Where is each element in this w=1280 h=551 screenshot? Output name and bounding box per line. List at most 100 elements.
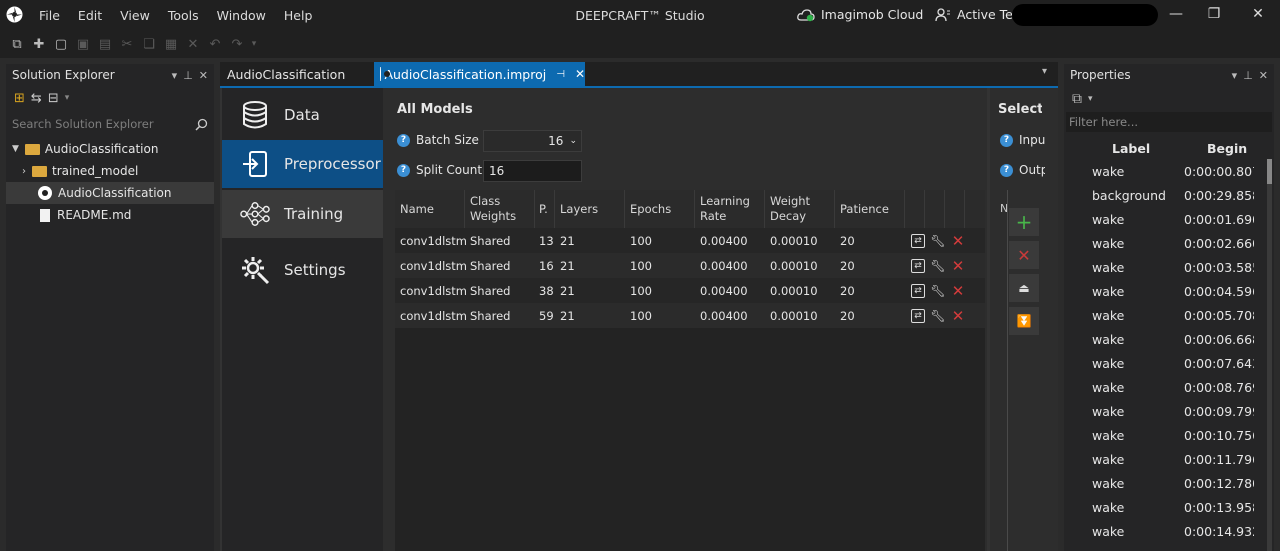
copy-model-icon[interactable]: ⇄: [911, 283, 925, 298]
delete-row-icon[interactable]: ✕: [951, 307, 965, 325]
delete-row-icon[interactable]: ✕: [951, 257, 965, 275]
undo-icon[interactable]: ↶: [204, 34, 226, 54]
copy-icon[interactable]: ❏: [138, 34, 160, 54]
new-project-icon[interactable]: ⧉: [6, 34, 28, 54]
property-row[interactable]: wake 0:00:10.756: [1064, 423, 1274, 447]
wrench-icon[interactable]: 🔧︎: [930, 284, 945, 298]
close-panel-icon[interactable]: ✕: [1259, 69, 1268, 82]
restore-icon[interactable]: ❐: [1206, 6, 1222, 22]
chevron-down-icon[interactable]: ▼: [12, 144, 19, 154]
batch-size-select[interactable]: 16 ⌄: [483, 130, 582, 152]
property-row[interactable]: wake 0:00:00.807: [1064, 159, 1274, 183]
nav-data[interactable]: Data: [222, 91, 383, 139]
col-weight-decay[interactable]: Weight Decay: [765, 190, 835, 228]
property-row[interactable]: wake 0:00:08.769: [1064, 375, 1274, 399]
property-row[interactable]: wake 0:00:02.660: [1064, 231, 1274, 255]
property-pages-icon[interactable]: ⧉: [1072, 91, 1082, 107]
sync-icon[interactable]: ⇆: [31, 91, 42, 106]
scrollbar-thumb[interactable]: [1267, 159, 1272, 184]
tree-item-solution[interactable]: ▼ AudioClassification: [6, 138, 214, 160]
panel-menu-icon[interactable]: ▾: [172, 69, 178, 82]
property-row[interactable]: wake 0:00:13.958: [1064, 495, 1274, 519]
pin-icon[interactable]: ⊥: [183, 69, 193, 82]
property-row[interactable]: wake 0:00:06.668: [1064, 327, 1274, 351]
property-row[interactable]: wake 0:00:04.596: [1064, 279, 1274, 303]
pin-icon[interactable]: ⊥: [1243, 69, 1253, 82]
property-row[interactable]: wake 0:00:03.585: [1064, 255, 1274, 279]
move-down-icon[interactable]: ⏬: [1009, 307, 1039, 335]
delete-icon[interactable]: ✕: [182, 34, 204, 54]
close-window-icon[interactable]: ✕: [1250, 6, 1266, 22]
menu-view[interactable]: View: [111, 8, 159, 23]
property-row[interactable]: wake 0:00:09.799: [1064, 399, 1274, 423]
search-icon[interactable]: [195, 118, 208, 131]
wrench-icon[interactable]: 🔧︎: [930, 234, 945, 248]
menu-help[interactable]: Help: [275, 8, 322, 23]
tree-item-project[interactable]: AudioClassification: [6, 182, 214, 204]
panel-menu-icon[interactable]: ▾: [1232, 69, 1238, 82]
nav-training[interactable]: Training: [222, 190, 383, 238]
tree-item-trained-model[interactable]: › trained_model: [6, 160, 214, 182]
add-model-icon[interactable]: +: [1009, 208, 1039, 236]
tab-overflow-icon[interactable]: ▾: [1042, 66, 1047, 77]
help-icon[interactable]: ?: [1000, 163, 1013, 177]
help-icon[interactable]: ?: [1000, 133, 1013, 147]
paste-icon[interactable]: ▦: [160, 34, 182, 54]
col-class-weights[interactable]: Class Weights: [465, 190, 535, 228]
collapse-all-icon[interactable]: ⊟: [48, 91, 59, 106]
save-all-icon[interactable]: ▤: [94, 34, 116, 54]
close-tab-icon[interactable]: ✕: [575, 67, 585, 81]
property-row[interactable]: wake 0:00:12.780: [1064, 471, 1274, 495]
new-item-icon[interactable]: ✚: [28, 34, 50, 54]
menu-tools[interactable]: Tools: [159, 8, 208, 23]
wrench-icon[interactable]: 🔧︎: [930, 309, 945, 323]
wrench-icon[interactable]: 🔧︎: [930, 259, 945, 273]
split-count-input[interactable]: 16: [483, 160, 582, 182]
toolbar-overflow-icon[interactable]: ▾: [65, 93, 70, 103]
open-folder-icon[interactable]: ⊞: [14, 91, 25, 106]
tab-improj[interactable]: AudioClassification.improj ⊣ ✕: [374, 62, 585, 86]
redo-icon[interactable]: ↷: [226, 34, 248, 54]
toolbar-overflow-icon[interactable]: ▾: [248, 34, 260, 54]
help-icon[interactable]: ?: [397, 163, 410, 177]
copy-model-icon[interactable]: ⇄: [911, 258, 925, 273]
table-row[interactable]: conv1dlstm Shared 38 21 100 0.00400 0.00010 20 ⇄…: [395, 278, 985, 303]
menu-file[interactable]: File: [30, 8, 69, 23]
toolbar-overflow-icon[interactable]: ▾: [1088, 94, 1093, 104]
vertical-scrollbar[interactable]: [1267, 159, 1272, 551]
chevron-right-icon[interactable]: ›: [22, 166, 26, 177]
properties-filter-input[interactable]: Filter here...: [1066, 112, 1272, 132]
remove-model-icon[interactable]: ✕: [1009, 241, 1039, 269]
menu-edit[interactable]: Edit: [69, 8, 111, 23]
tree-item-readme[interactable]: README.md: [6, 204, 214, 226]
save-icon[interactable]: ▣: [72, 34, 94, 54]
property-row[interactable]: wake 0:00:01.690: [1064, 207, 1274, 231]
property-row[interactable]: background 0:00:29.858: [1064, 183, 1274, 207]
table-row[interactable]: conv1dlstm Shared 13 21 100 0.00400 0.00010 20 ⇄…: [395, 228, 985, 253]
cut-icon[interactable]: ✂: [116, 34, 138, 54]
col-learning-rate[interactable]: Learning Rate: [695, 190, 765, 228]
delete-row-icon[interactable]: ✕: [951, 282, 965, 300]
cloud-status[interactable]: Imagimob Cloud: [797, 7, 923, 22]
table-row[interactable]: conv1dlstm Shared 59 21 100 0.00400 0.00010 20 ⇄…: [395, 303, 985, 328]
col-patience[interactable]: Patience: [835, 190, 905, 228]
property-row[interactable]: wake 0:00:05.708: [1064, 303, 1274, 327]
nav-settings[interactable]: Settings: [222, 246, 383, 294]
copy-model-icon[interactable]: ⇄: [911, 233, 925, 248]
table-row[interactable]: conv1dlstm Shared 16 21 100 0.00400 0.00010 20 ⇄…: [395, 253, 985, 278]
col-layers[interactable]: Layers: [555, 190, 625, 228]
col-name[interactable]: Name: [395, 190, 465, 228]
property-row[interactable]: wake 0:00:07.643: [1064, 351, 1274, 375]
move-up-icon[interactable]: ⏏: [1009, 274, 1039, 302]
menu-window[interactable]: Window: [208, 8, 275, 23]
new-file-icon[interactable]: ▢: [50, 34, 72, 54]
property-row[interactable]: wake 0:00:14.932: [1064, 519, 1274, 543]
delete-row-icon[interactable]: ✕: [951, 232, 965, 250]
close-panel-icon[interactable]: ✕: [199, 69, 208, 82]
copy-model-icon[interactable]: ⇄: [911, 308, 925, 323]
pin-icon[interactable]: ⊣: [556, 69, 565, 80]
tab-audioclassification[interactable]: AudioClassification: [220, 62, 370, 86]
solution-search-input[interactable]: Search Solution Explorer: [8, 114, 212, 134]
nav-preprocessor[interactable]: Preprocessor: [222, 140, 383, 188]
minimize-icon[interactable]: —: [1168, 6, 1184, 22]
